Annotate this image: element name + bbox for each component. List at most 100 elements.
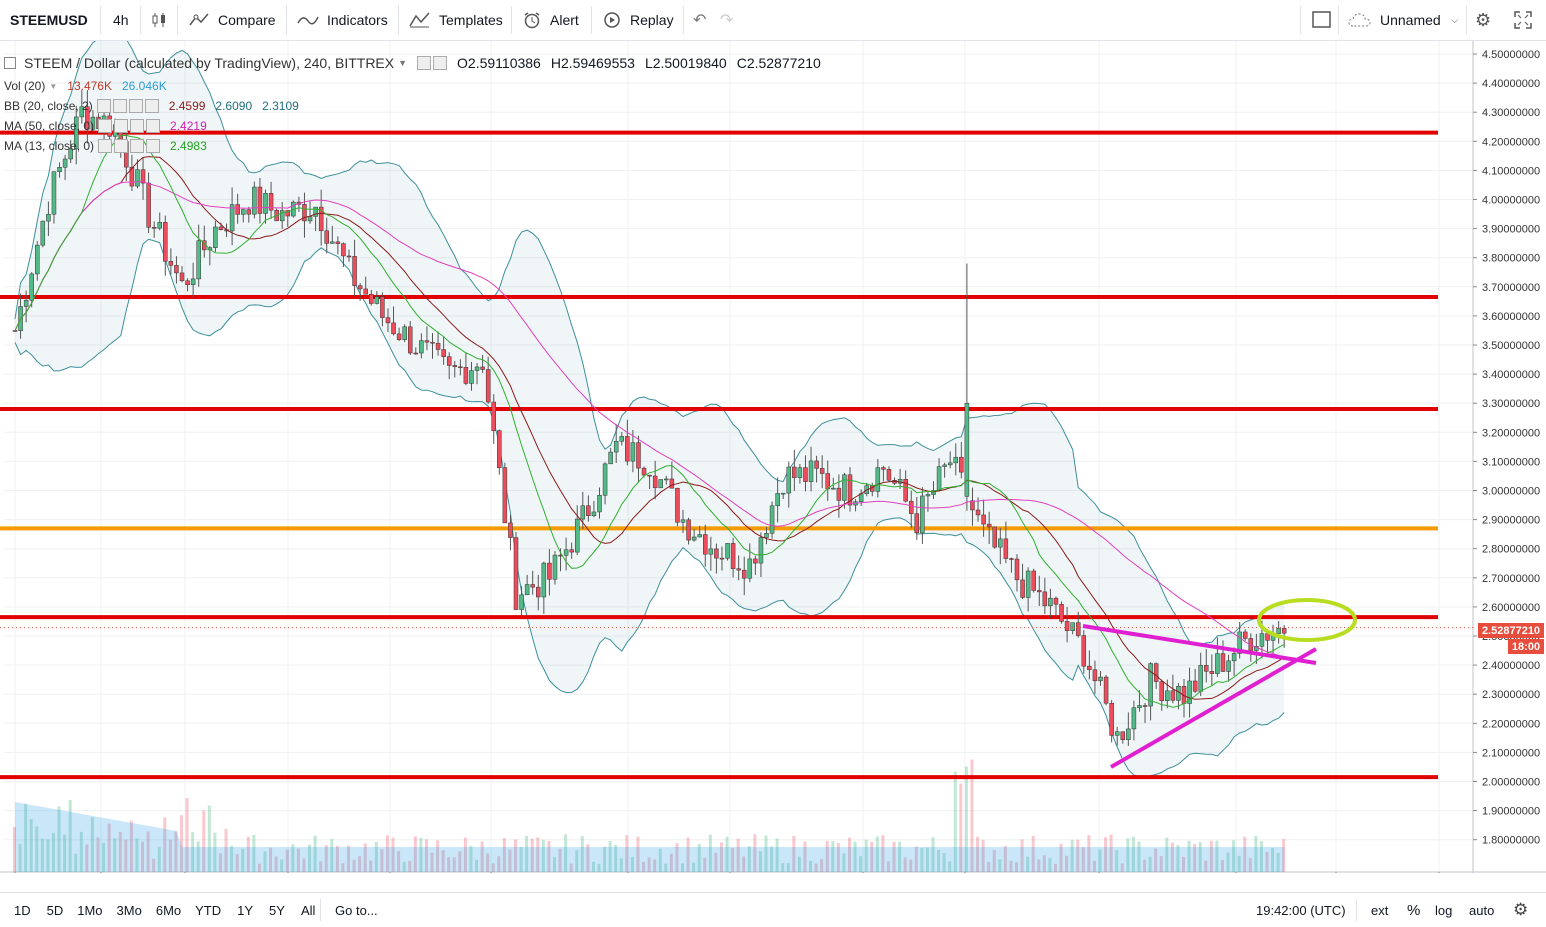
volume-legend: Vol (20) ▼ 13.476K 26.046K — [4, 79, 167, 93]
undo-button[interactable]: ↶ — [693, 0, 706, 40]
eye-icon[interactable] — [417, 56, 432, 70]
clock-display[interactable]: 19:42:00 (UTC) — [1256, 893, 1346, 927]
close-icon[interactable] — [146, 119, 161, 133]
candle-body — [730, 543, 736, 569]
chevron-down-icon: ⌵ — [1450, 14, 1459, 26]
ext-label: ext — [1371, 902, 1389, 918]
interval-label: 4h — [113, 12, 129, 28]
templates-button[interactable]: Templates — [409, 0, 503, 40]
close-icon[interactable] — [144, 99, 159, 113]
candle-body — [357, 285, 363, 290]
settings-icon[interactable] — [112, 99, 127, 113]
range-1d[interactable]: 1D — [14, 903, 31, 918]
candle-body — [753, 558, 758, 564]
candle-body — [213, 226, 218, 248]
symbol-label: STEEMUSD — [10, 12, 88, 28]
settings-icon[interactable] — [114, 119, 129, 133]
range-5y[interactable]: 5Y — [269, 903, 285, 918]
range-1y[interactable]: 1Y — [237, 903, 253, 918]
candle-body — [263, 193, 268, 214]
price-chart[interactable]: 4.50000000 4.40000000 4.30000000 4.20000000… — [0, 41, 1546, 873]
candle-body — [174, 265, 179, 274]
candle-body — [413, 352, 419, 355]
close-icon[interactable] — [146, 139, 161, 153]
auto-label: auto — [1469, 902, 1495, 918]
fullscreen-layout-button[interactable] — [1312, 0, 1332, 40]
candle-body — [1014, 558, 1020, 581]
settings-icon[interactable] — [433, 56, 448, 70]
price-tick-label: 3.90000000 — [1482, 224, 1540, 236]
settings-icon[interactable] — [114, 139, 129, 153]
redo-button[interactable]: ↷ — [720, 0, 733, 40]
layout-name-label: Unnamed — [1380, 12, 1441, 28]
range-all[interactable]: All — [301, 903, 315, 918]
eye-icon[interactable] — [98, 139, 113, 153]
settings-button[interactable]: ⚙ — [1475, 0, 1491, 40]
candle-body — [252, 186, 257, 215]
chart-type-button[interactable] — [150, 0, 168, 40]
range-5d[interactable]: 5D — [47, 903, 64, 918]
layout-name-button[interactable]: Unnamed ⌵ — [1348, 0, 1458, 40]
candle-body — [680, 519, 686, 523]
scale-settings-button[interactable]: ⚙ — [1513, 893, 1528, 927]
compare-button[interactable]: Compare — [188, 0, 276, 40]
ma50-label: MA (50, close, 0) — [4, 119, 95, 133]
ma13-value: 2.4983 — [170, 139, 207, 153]
candle-body — [602, 463, 608, 496]
price-tick-label: 3.30000000 — [1482, 398, 1540, 410]
range-buttons: 1D 5D 1Mo 3Mo 6Mo YTD 1Y 5Y All — [14, 893, 315, 927]
candle-body — [1153, 663, 1159, 682]
candle-body — [179, 272, 185, 282]
candle-body — [1170, 690, 1176, 701]
ohlc-high: H2.59469553 — [550, 55, 635, 71]
candle-body — [1109, 702, 1114, 736]
chevron-down-icon[interactable]: ▼ — [398, 58, 407, 68]
auto-toggle[interactable]: auto — [1469, 893, 1494, 927]
candle-body — [881, 467, 886, 470]
candle-body — [597, 495, 602, 513]
candle-body — [1048, 597, 1053, 607]
eye-icon[interactable] — [96, 99, 111, 113]
interval-button[interactable]: 4h — [113, 0, 129, 40]
candle-body — [758, 537, 764, 564]
more-icon[interactable] — [130, 119, 145, 133]
more-icon[interactable] — [128, 99, 143, 113]
range-3mo[interactable]: 3Mo — [117, 903, 142, 918]
percent-toggle[interactable]: % — [1407, 893, 1420, 927]
ohlc-open: O2.59110386 — [457, 55, 541, 71]
candle-body — [1120, 731, 1126, 740]
candle-body — [836, 487, 842, 501]
candle-body — [1092, 669, 1098, 682]
range-ytd[interactable]: YTD — [195, 903, 221, 918]
indicators-button[interactable]: Indicators — [297, 0, 388, 40]
ext-toggle[interactable]: ext — [1371, 893, 1388, 927]
log-toggle[interactable]: log — [1435, 893, 1452, 927]
alert-button[interactable]: Alert — [522, 0, 579, 40]
chevron-down-icon[interactable]: ▼ — [49, 82, 57, 91]
candle-body — [1114, 731, 1120, 736]
collapse-icon[interactable] — [4, 57, 16, 69]
candle-body — [402, 326, 407, 340]
candle-body — [374, 296, 380, 304]
range-1mo[interactable]: 1Mo — [77, 903, 102, 918]
templates-icon — [409, 12, 430, 28]
goto-button[interactable]: Go to... — [335, 893, 378, 927]
candle-body — [1003, 538, 1009, 559]
symbol-search[interactable]: STEEMUSD — [10, 0, 88, 40]
more-icon[interactable] — [130, 139, 145, 153]
percent-label: % — [1407, 901, 1421, 919]
candle-body — [1059, 604, 1064, 622]
candle-body — [1192, 680, 1198, 692]
candle-body — [502, 467, 508, 524]
chart-pane[interactable]: 4.50000000 4.40000000 4.30000000 4.20000000… — [0, 41, 1546, 873]
replay-button[interactable]: Replay — [602, 0, 674, 40]
candle-body — [675, 487, 680, 523]
candle-body — [1042, 591, 1048, 607]
cloud-icon — [1348, 13, 1371, 27]
eye-icon[interactable] — [98, 119, 113, 133]
alarm-clock-icon — [524, 12, 540, 29]
range-6mo[interactable]: 6Mo — [156, 903, 181, 918]
candle-body — [1081, 635, 1087, 667]
candle-body — [536, 586, 541, 598]
fullscreen-button[interactable] — [1514, 0, 1532, 40]
